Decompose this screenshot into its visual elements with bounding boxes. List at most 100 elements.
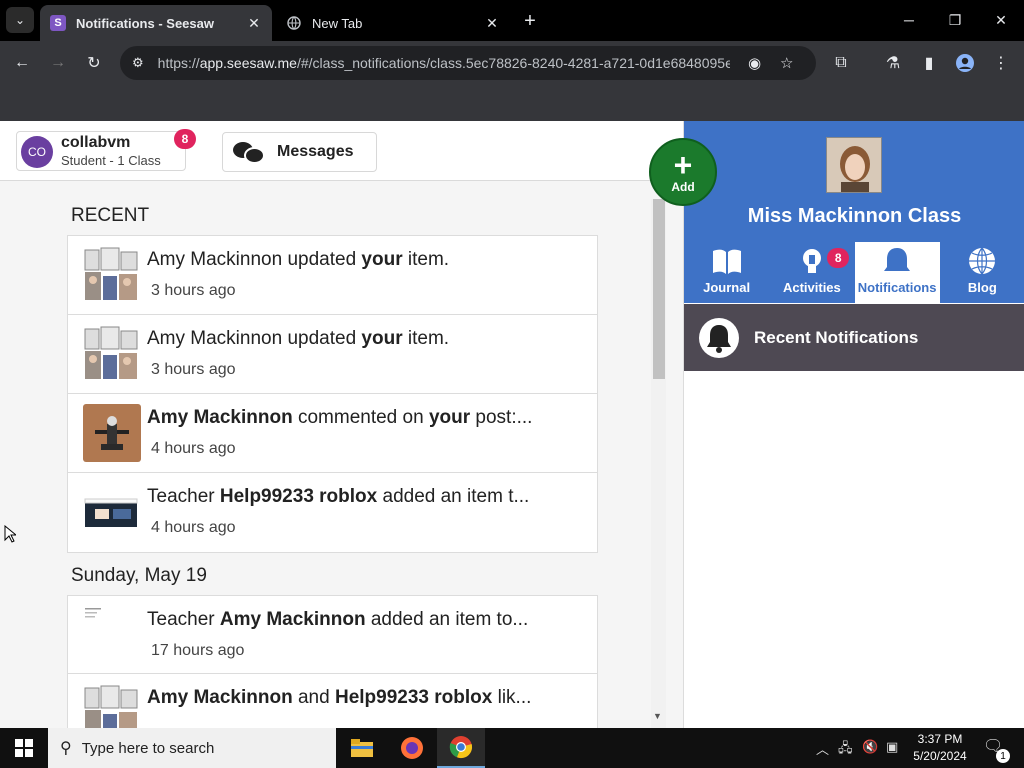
seesaw-favicon-icon: S <box>50 15 66 31</box>
menu-kebab-icon[interactable]: ⋮ <box>988 50 1014 76</box>
volume-muted-icon[interactable]: 🔇 <box>862 739 878 755</box>
tab-journal[interactable]: Journal <box>684 242 769 303</box>
close-window-icon[interactable]: ✕ <box>986 8 1016 32</box>
account-subtitle: Student - 1 Class <box>61 153 161 168</box>
notification-item[interactable]: Teacher Amy Mackinnon added an item to..… <box>68 596 597 674</box>
scrollbar-thumb[interactable] <box>653 199 665 379</box>
tab-title: Notifications - Seesaw <box>76 15 214 31</box>
feed-scrollbar[interactable] <box>651 199 666 728</box>
url-host: app.seesaw.me <box>199 55 297 71</box>
messages-label: Messages <box>277 143 354 160</box>
tab-title: New Tab <box>312 15 363 31</box>
notification-text: Teacher Help99233 roblox added an item t… <box>147 486 530 507</box>
forward-icon[interactable]: → <box>45 50 71 76</box>
profile-icon[interactable] <box>952 50 978 76</box>
notification-item[interactable]: Amy Mackinnon commented on your post:...… <box>68 394 597 473</box>
tab-notifications[interactable]: S Notifications - Seesaw ✕ <box>40 5 272 41</box>
bookmarks-bar <box>0 85 1024 121</box>
scroll-down-arrow-icon[interactable]: ▼ <box>653 711 662 721</box>
class-name: Miss Mackinnon Class <box>747 205 962 227</box>
tab-new-tab[interactable]: New Tab ✕ <box>276 5 510 41</box>
bookmark-star-icon[interactable]: ☆ <box>780 54 793 72</box>
chrome-icon[interactable] <box>437 728 485 768</box>
extensions-icon[interactable]: ⧉ <box>828 50 854 76</box>
activities-badge: 8 <box>827 248 850 268</box>
tray-chevron-up-icon[interactable]: ︿ <box>816 739 829 758</box>
book-icon <box>711 246 743 276</box>
firefox-icon[interactable] <box>388 728 436 768</box>
top-bar: CO collabvm Student - 1 Class 8 Messages <box>0 121 683 181</box>
minimize-icon[interactable]: ─ <box>894 8 924 32</box>
windows-start-icon[interactable] <box>0 728 48 768</box>
class-header: Miss Mackinnon Class <box>684 121 1024 242</box>
globe-icon <box>966 246 998 276</box>
account-switcher-button[interactable]: CO collabvm Student - 1 Class <box>16 131 186 171</box>
lightbulb-icon <box>796 246 828 276</box>
notification-feed: RECENT Amy Mackinnon updated your item. … <box>0 181 668 728</box>
url-scheme: https:// <box>157 55 200 71</box>
eye-icon[interactable]: ◉ <box>748 54 761 72</box>
plus-icon: + <box>673 147 693 183</box>
tab-label: Journal <box>703 280 751 295</box>
url-text: https://app.seesaw.me/#/class_notificati… <box>158 55 730 71</box>
class-photo[interactable] <box>826 137 882 193</box>
globe-icon <box>286 15 302 31</box>
add-label: Add <box>671 180 695 194</box>
labs-flask-icon[interactable]: ⚗ <box>880 50 906 76</box>
recent-notifications-label: Recent Notifications <box>754 327 919 347</box>
side-panel-icon[interactable]: ▮ <box>916 50 942 76</box>
notification-item[interactable]: Teacher Help99233 roblox added an item t… <box>68 473 597 552</box>
browser-toolbar: ← → ↻ ⚙ https://app.seesaw.me/#/class_no… <box>0 41 1024 85</box>
seesaw-page: CO collabvm Student - 1 Class 8 Messages… <box>0 121 1024 728</box>
site-info-icon[interactable]: ⚙ <box>132 55 144 71</box>
close-tab-icon[interactable]: ✕ <box>244 13 264 33</box>
network-icon[interactable]: 🖧 <box>838 739 853 761</box>
restore-icon[interactable]: ❐ <box>940 8 970 32</box>
search-placeholder: Type here to search <box>81 739 215 757</box>
notification-item[interactable]: Amy Mackinnon updated your item. 3 hours… <box>68 315 597 394</box>
address-bar[interactable]: ⚙ https://app.seesaw.me/#/class_notifica… <box>120 46 816 80</box>
recent-notifications-header: Recent Notifications <box>684 304 1024 371</box>
tab-label: Activities <box>782 280 841 295</box>
add-button[interactable]: + Add <box>649 138 717 206</box>
close-tab-icon[interactable]: ✕ <box>482 13 502 33</box>
notification-text: Amy Mackinnon updated your item. <box>147 328 450 349</box>
back-icon[interactable]: ← <box>9 50 35 76</box>
notification-count-badge: 1 <box>996 749 1010 763</box>
avatar: CO <box>21 136 53 168</box>
notification-text: Teacher Amy Mackinnon added an item to..… <box>147 609 529 630</box>
clock-date: 5/20/2024 <box>913 749 967 763</box>
taskbar-search-input[interactable]: ⚲ Type here to search <box>48 728 336 768</box>
figure-thumbnail <box>83 404 141 462</box>
file-explorer-icon[interactable] <box>338 728 386 768</box>
mouse-cursor-icon <box>4 524 18 543</box>
recent-card: Amy Mackinnon updated your item. 3 hours… <box>67 235 598 553</box>
tab-search-button[interactable]: ⌄ <box>6 7 34 33</box>
tab-label: Notifications <box>857 280 937 295</box>
day-heading: Sunday, May 19 <box>71 565 207 586</box>
display-icon[interactable]: ▣ <box>886 739 898 755</box>
taskbar-clock[interactable]: 3:37 PM 5/20/2024 <box>905 731 975 765</box>
account-name: collabvm <box>61 134 131 151</box>
windows-taskbar: ⚲ Type here to search ︿ 🖧 🔇 ▣ 3:37 PM 5/… <box>0 728 1024 768</box>
notification-time: 3 hours ago <box>151 282 236 299</box>
notification-time: 17 hours ago <box>151 642 245 659</box>
screen-thumbnail <box>83 483 141 541</box>
notification-time: 4 hours ago <box>151 440 236 457</box>
account-badge: 8 <box>174 129 196 149</box>
new-tab-button[interactable]: + <box>518 9 542 33</box>
collage-thumbnail <box>83 246 141 304</box>
notification-text: Amy Mackinnon and Help99233 roblox lik..… <box>147 687 532 708</box>
notification-item[interactable]: Amy Mackinnon updated your item. 3 hours… <box>68 236 597 315</box>
notification-item[interactable]: Amy Mackinnon and Help99233 roblox lik..… <box>68 674 597 728</box>
reload-icon[interactable]: ↻ <box>81 50 107 76</box>
tab-notifications[interactable]: Notifications <box>854 242 940 303</box>
recent-heading: RECENT <box>71 205 150 226</box>
notification-text: Amy Mackinnon updated your item. <box>147 249 450 270</box>
url-path: /#/class_notifications/class.5ec78826-82… <box>296 55 730 71</box>
clock-time: 3:37 PM <box>917 732 963 746</box>
tab-activities[interactable]: Activities 8 <box>769 242 854 303</box>
notification-time: 3 hours ago <box>151 361 236 378</box>
tab-blog[interactable]: Blog <box>940 242 1024 303</box>
messages-button[interactable]: Messages <box>222 132 377 172</box>
